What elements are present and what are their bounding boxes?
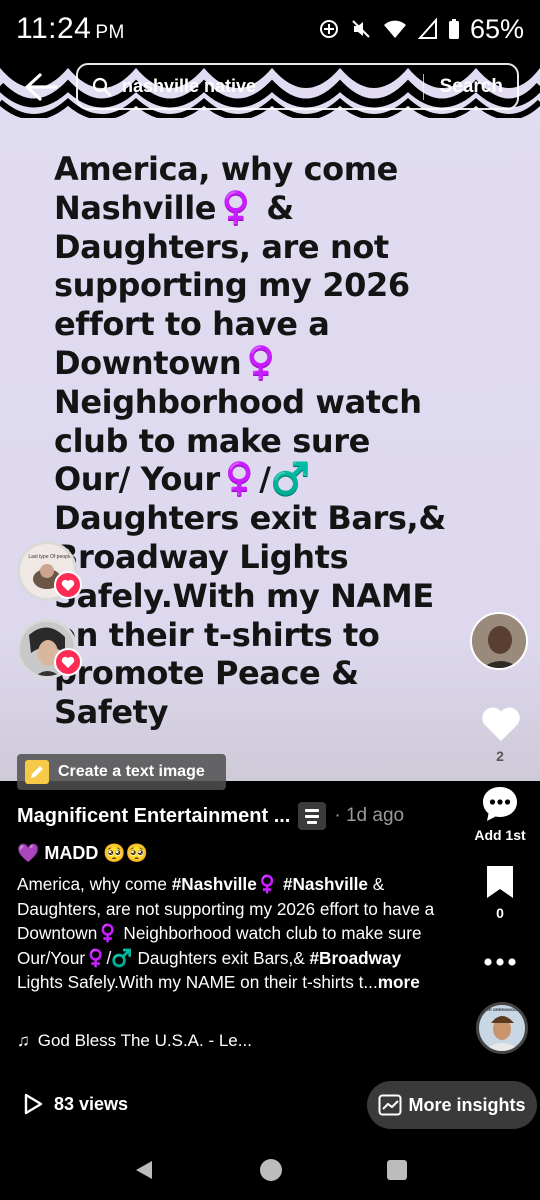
- music-note-icon: ♫: [17, 1031, 30, 1050]
- back-arrow-icon[interactable]: [22, 70, 60, 104]
- liker-heart-badge-2: [54, 648, 82, 676]
- heart-icon: [61, 579, 75, 591]
- insights-chart-icon: [378, 1094, 402, 1116]
- music-row[interactable]: ♫ God Bless The U.S.A. - Le...: [17, 1031, 252, 1051]
- clock-time: 11:24: [16, 12, 92, 45]
- hashtag-link[interactable]: #Nashville♀️: [172, 874, 278, 894]
- clock: 11:24 PM: [16, 12, 125, 46]
- status-icons: 65%: [318, 14, 524, 45]
- bookmark-icon[interactable]: [485, 864, 515, 900]
- caption-title: 💜 MADD 🥺🥺: [17, 843, 149, 863]
- post-time-ago: · 1d ago: [334, 805, 405, 826]
- creator-avatar[interactable]: [470, 612, 528, 670]
- caption-text[interactable]: America, why come #Nashville♀️ #Nashvill…: [17, 872, 442, 995]
- list-icon[interactable]: [298, 802, 327, 830]
- post-text: America, why come Nashville♀️ & Daughter…: [54, 150, 446, 732]
- more-insights-button[interactable]: More insights: [367, 1081, 537, 1129]
- caption-body: America, why come #Nashville♀️ #Nashvill…: [17, 874, 434, 992]
- like-heart-icon[interactable]: [480, 705, 522, 743]
- hashtag-link[interactable]: #Broadway: [309, 948, 401, 968]
- music-title: God Bless The U.S.A. - Le...: [37, 1031, 252, 1050]
- create-text-image-label: Create a text image: [58, 763, 205, 780]
- more-link[interactable]: more: [378, 972, 420, 992]
- view-count: 83 views: [54, 1093, 129, 1114]
- nav-home-icon[interactable]: [259, 1158, 283, 1182]
- wifi-icon: [383, 20, 406, 38]
- save-count: 0: [496, 905, 504, 921]
- battery-percent: 65%: [469, 13, 524, 44]
- pencil-icon: [25, 760, 49, 784]
- comment-icon[interactable]: [480, 784, 520, 824]
- caption-segment: America, why come: [17, 874, 172, 894]
- caption-segment: Lights Safely.With my NAME on their t-sh…: [17, 972, 378, 993]
- nav-back-icon[interactable]: [132, 1158, 156, 1182]
- nav-recents-icon[interactable]: [386, 1159, 408, 1181]
- disc-label: LEE GREENWOOD: [483, 1007, 520, 1012]
- create-text-image-button[interactable]: Create a text image: [17, 754, 226, 790]
- battery-icon: [448, 19, 459, 39]
- more-options-icon[interactable]: [483, 957, 517, 967]
- hashtag-link[interactable]: #Nashville: [283, 874, 368, 894]
- mute-icon: [352, 20, 370, 38]
- heart-icon: [61, 656, 75, 668]
- comment-label: Add 1st: [474, 827, 526, 843]
- more-insights-label: More insights: [408, 1094, 526, 1115]
- status-bar: 11:24 PM 65%: [0, 0, 540, 58]
- music-disc[interactable]: LEE GREENWOOD: [476, 1002, 528, 1054]
- search-input[interactable]: nashville native: [122, 76, 423, 97]
- search-bar[interactable]: nashville native Search: [76, 63, 519, 110]
- search-icon: [92, 77, 112, 96]
- search-divider: [422, 73, 424, 100]
- pencil-glyph: [31, 766, 43, 778]
- author-row: Magnificent Entertainment ... · 1d ago: [17, 802, 404, 830]
- play-icon: [24, 1093, 43, 1115]
- author-name[interactable]: Magnificent Entertainment ...: [17, 805, 290, 828]
- data-saver-icon: [319, 20, 338, 38]
- system-nav-bar: [0, 1140, 540, 1200]
- post-content[interactable]: America, why come Nashville♀️ & Daughter…: [0, 58, 540, 781]
- views-row: 83 views: [22, 1092, 128, 1116]
- signal-icon: [417, 18, 437, 39]
- like-count: 2: [496, 748, 504, 764]
- clock-ampm: PM: [95, 22, 125, 43]
- search-button[interactable]: Search: [440, 76, 503, 98]
- liker-heart-badge-1: [54, 571, 82, 599]
